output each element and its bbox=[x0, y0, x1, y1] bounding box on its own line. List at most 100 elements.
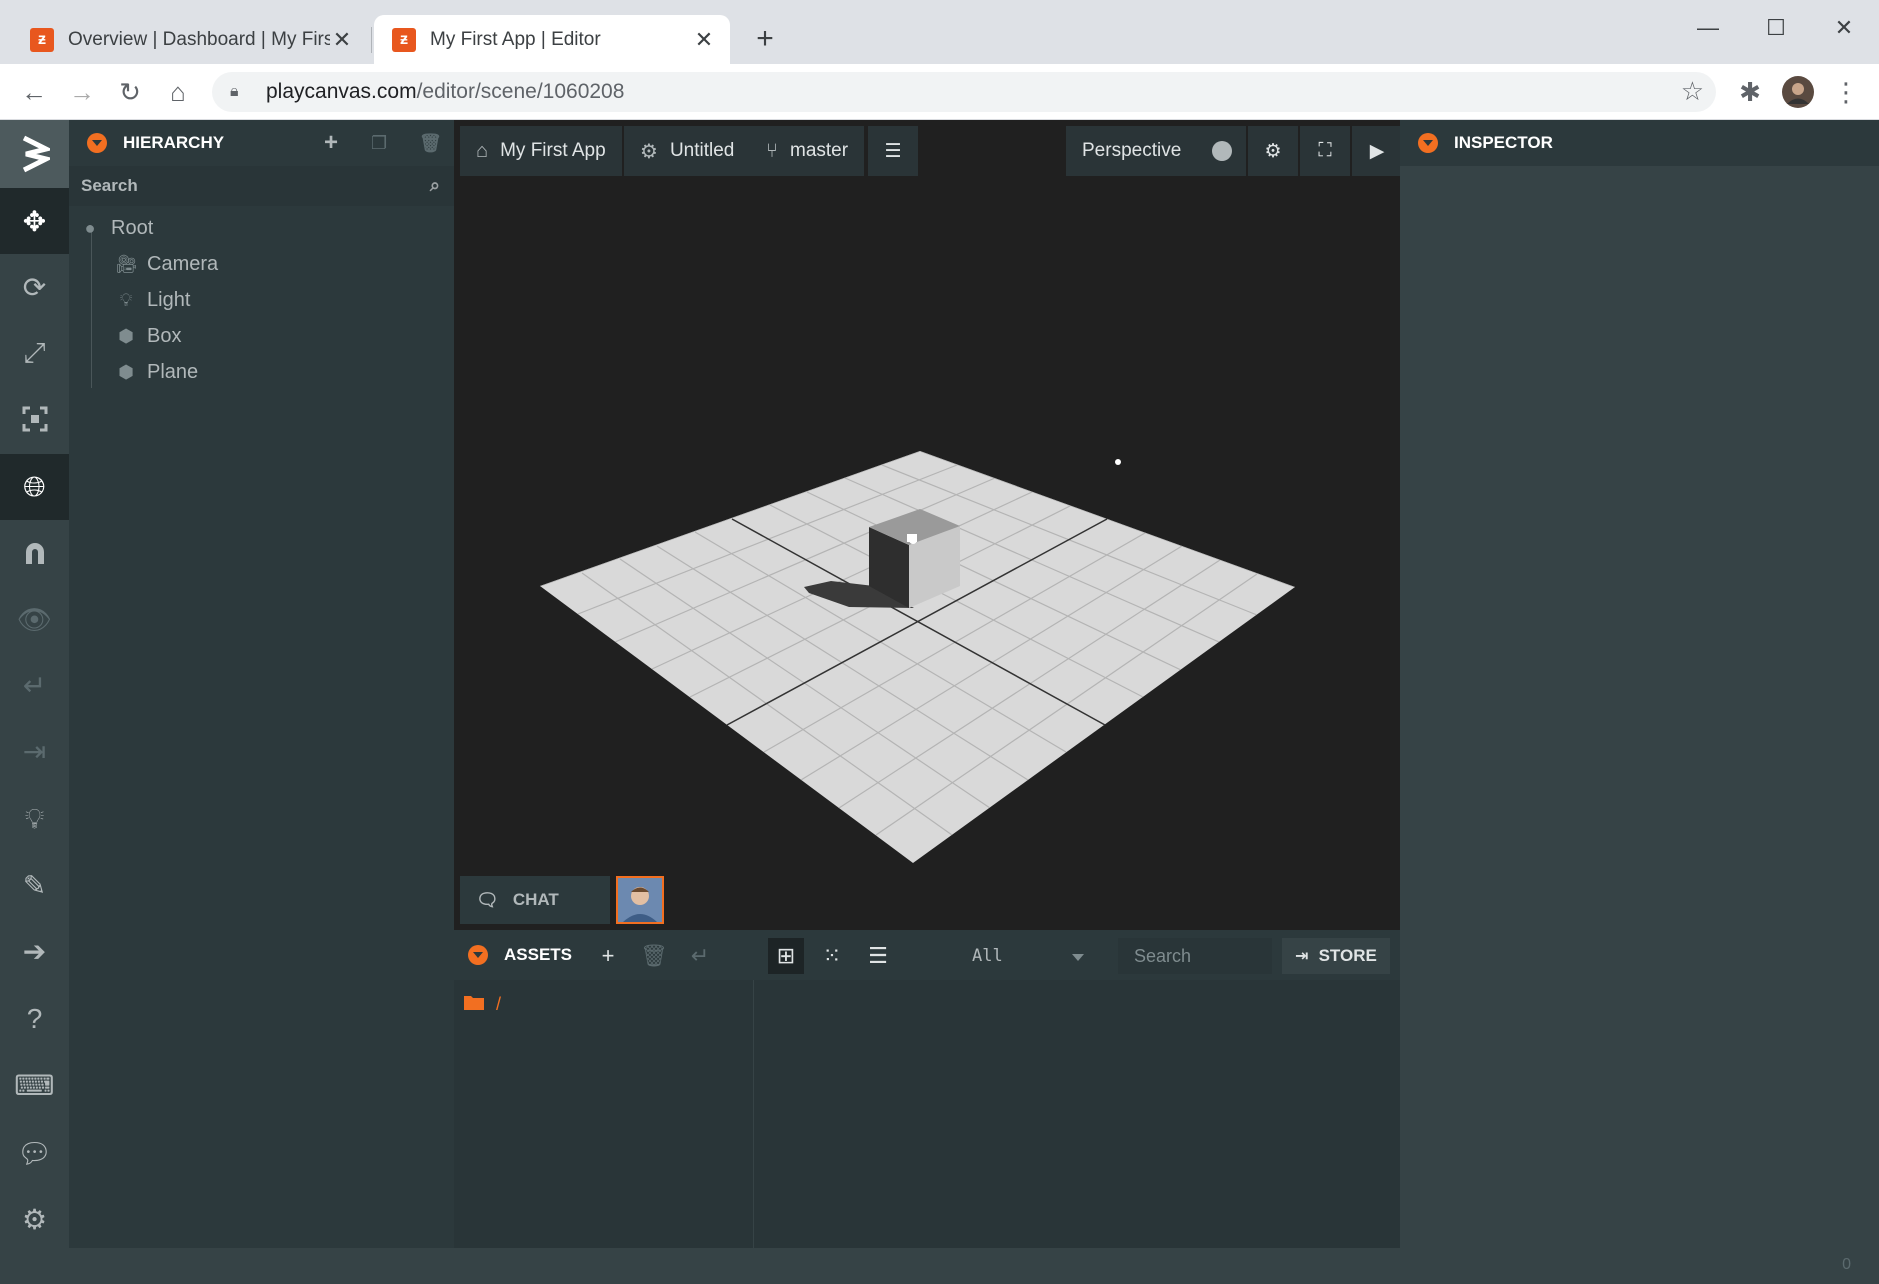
store-button[interactable]: ⇥ STORE bbox=[1282, 938, 1390, 974]
panel-title: ASSETS bbox=[504, 945, 573, 964]
redo-icon[interactable]: ⇥ bbox=[0, 718, 69, 784]
asset-folder-root[interactable]: / bbox=[464, 994, 501, 1015]
tree-item-label: Root bbox=[111, 216, 154, 239]
home-icon[interactable]: ⌂ bbox=[158, 72, 198, 112]
translate-tool-icon[interactable]: ✥ bbox=[0, 188, 69, 254]
asset-type-filter[interactable]: All bbox=[954, 938, 1094, 974]
playcanvas-editor: ✥ ⟳ ⤢ 🌐︎ 👁︎ ↵ ⇥ 💡︎ ✎ ➔ ? ⌨ 💬︎ ⚙ HIERARCH… bbox=[0, 120, 1879, 1284]
collapse-panel-icon[interactable] bbox=[1418, 133, 1438, 153]
scene-viewport[interactable]: ⌂ My First App ⚙ Untitled ⑂ master ☰ Per… bbox=[454, 120, 1400, 930]
hierarchy-panel: HIERARCHY + ❐ 🗑︎ Search ⌕ ● Root 🎥︎ Came… bbox=[69, 120, 454, 1248]
inspector-panel: INSPECTOR bbox=[1400, 120, 1879, 1248]
close-tab-icon[interactable]: ✕ bbox=[692, 27, 716, 53]
close-tab-icon[interactable]: ✕ bbox=[330, 27, 354, 53]
tree-item-label: Plane bbox=[147, 360, 199, 383]
asset-search-input[interactable]: Search bbox=[1118, 938, 1272, 974]
help-icon[interactable]: ? bbox=[0, 986, 69, 1052]
address-bar[interactable]: 🔒︎ playcanvas.com/editor/scene/1060208 ☆ bbox=[212, 72, 1716, 112]
chevron-down-icon bbox=[1072, 954, 1084, 961]
focus-eye-icon[interactable]: 👁︎ bbox=[0, 586, 69, 652]
playcanvas-logo-icon[interactable] bbox=[0, 120, 69, 188]
reload-icon[interactable]: ↻ bbox=[110, 72, 150, 112]
browser-tab-strip: ƶ Overview | Dashboard | My First App ✕ … bbox=[0, 0, 1879, 64]
inspector-header[interactable]: INSPECTOR bbox=[1400, 120, 1879, 166]
panel-title: INSPECTOR bbox=[1454, 133, 1553, 152]
world-coordinates-icon[interactable]: 🌐︎ bbox=[0, 454, 69, 520]
collapse-panel-icon[interactable] bbox=[468, 945, 488, 965]
bookmark-star-icon[interactable]: ☆ bbox=[1681, 76, 1704, 107]
add-asset-icon[interactable]: + bbox=[590, 938, 626, 974]
search-placeholder: Search bbox=[81, 176, 138, 195]
tree-item-camera[interactable]: 🎥︎ Camera bbox=[69, 246, 454, 282]
tree-item-box[interactable]: ⬢ Box bbox=[69, 318, 454, 354]
publish-icon[interactable]: ➔ bbox=[0, 918, 69, 984]
forward-icon[interactable]: → bbox=[62, 72, 102, 112]
filter-value: All bbox=[972, 946, 1003, 966]
large-grid-view-icon[interactable]: ⊞ bbox=[768, 938, 804, 974]
duplicate-entity-icon[interactable]: ❐ bbox=[371, 133, 387, 154]
folder-label: / bbox=[496, 994, 502, 1014]
tree-item-root[interactable]: ● Root bbox=[69, 210, 454, 246]
search-icon: ⌕ bbox=[429, 175, 440, 195]
chat-label: CHAT bbox=[512, 890, 559, 909]
camera-icon: 🎥︎ bbox=[115, 253, 138, 274]
browser-menu-icon[interactable]: ⋮ bbox=[1826, 72, 1866, 112]
scale-tool-icon[interactable]: ⤢ bbox=[0, 320, 69, 386]
code-editor-icon[interactable]: ✎ bbox=[0, 852, 69, 918]
hierarchy-header[interactable]: HIERARCHY + ❐ 🗑︎ bbox=[69, 120, 454, 166]
browser-tab-dashboard[interactable]: ƶ Overview | Dashboard | My First App ✕ bbox=[12, 15, 372, 64]
delete-asset-icon[interactable]: 🗑︎ bbox=[636, 938, 672, 974]
tree-item-label: Camera bbox=[147, 252, 219, 275]
url-path: /editor/scene/1060208 bbox=[416, 80, 625, 103]
light-icon: 💡︎ bbox=[119, 289, 133, 310]
assets-header[interactable]: ASSETS bbox=[454, 932, 572, 978]
hierarchy-search-input[interactable]: Search ⌕ bbox=[69, 166, 454, 206]
box-icon: ⬢ bbox=[118, 325, 134, 346]
tree-item-label: Light bbox=[147, 288, 191, 311]
back-icon[interactable]: ← bbox=[14, 72, 54, 112]
status-count: 0 bbox=[1842, 1256, 1851, 1273]
lightmapper-bulb-icon[interactable]: 💡︎ bbox=[0, 786, 69, 852]
close-window-icon[interactable]: ✕ bbox=[1816, 8, 1872, 48]
box-icon: ⬢ bbox=[118, 361, 134, 382]
minimize-window-icon[interactable]: — bbox=[1680, 8, 1736, 48]
assets-panel: ASSETS + 🗑︎ ↵ ⊞ ⁙ ☰ All Search ⇥ STORE / bbox=[454, 930, 1400, 1248]
resize-element-tool-icon[interactable] bbox=[0, 386, 69, 452]
tab-title: Overview | Dashboard | My First App bbox=[68, 28, 330, 50]
maximize-window-icon[interactable]: ☐ bbox=[1748, 8, 1804, 48]
status-bar: 0 bbox=[0, 1248, 1879, 1284]
list-view-icon[interactable]: ☰ bbox=[860, 938, 896, 974]
new-tab-button[interactable]: + bbox=[748, 22, 782, 56]
tree-item-light[interactable]: 💡︎ Light bbox=[69, 282, 454, 318]
collapse-panel-icon[interactable] bbox=[87, 133, 107, 153]
collaborator-avatar[interactable] bbox=[616, 876, 664, 924]
lock-icon: 🔒︎ bbox=[230, 83, 239, 100]
chat-button[interactable]: 🗨︎ CHAT bbox=[460, 876, 610, 924]
keyboard-shortcuts-icon[interactable]: ⌨ bbox=[0, 1052, 69, 1118]
small-grid-view-icon[interactable]: ⁙ bbox=[814, 938, 850, 974]
root-dot-icon: ● bbox=[84, 217, 96, 238]
settings-gear-icon[interactable]: ⚙ bbox=[0, 1186, 69, 1252]
asset-back-icon[interactable]: ↵ bbox=[682, 938, 718, 974]
editor-toolbar: ✥ ⟳ ⤢ 🌐︎ 👁︎ ↵ ⇥ 💡︎ ✎ ➔ ? ⌨ 💬︎ ⚙ bbox=[0, 120, 69, 1248]
add-entity-icon[interactable]: + bbox=[324, 129, 338, 157]
tab-title: My First App | Editor bbox=[430, 28, 601, 50]
url-host: playcanvas.com bbox=[266, 80, 417, 103]
undo-icon[interactable]: ↵ bbox=[0, 652, 69, 718]
profile-avatar[interactable] bbox=[1778, 72, 1818, 112]
search-placeholder: Search bbox=[1134, 945, 1192, 966]
folder-icon bbox=[464, 994, 484, 1015]
playcanvas-favicon-icon: ƶ bbox=[392, 27, 416, 52]
tree-item-plane[interactable]: ⬢ Plane bbox=[69, 354, 454, 390]
browser-tab-editor[interactable]: ƶ My First App | Editor ✕ bbox=[374, 15, 730, 64]
browser-toolbar: ← → ↻ ⌂ 🔒︎ playcanvas.com/editor/scene/1… bbox=[0, 64, 1879, 120]
store-label: STORE bbox=[1318, 946, 1377, 965]
playcanvas-favicon-icon: ƶ bbox=[30, 27, 54, 52]
extensions-puzzle-icon[interactable]: ✱ bbox=[1730, 72, 1770, 112]
assets-toolbar: ASSETS + 🗑︎ ↵ ⊞ ⁙ ☰ All Search ⇥ STORE bbox=[454, 930, 1400, 980]
feedback-comment-icon[interactable]: 💬︎ bbox=[0, 1120, 69, 1186]
snap-magnet-icon[interactable] bbox=[0, 520, 69, 586]
hierarchy-tree: ● Root 🎥︎ Camera 💡︎ Light ⬢ Box ⬢ Plane bbox=[69, 206, 454, 390]
delete-entity-icon[interactable]: 🗑︎ bbox=[419, 133, 442, 154]
rotate-tool-icon[interactable]: ⟳ bbox=[0, 254, 69, 320]
